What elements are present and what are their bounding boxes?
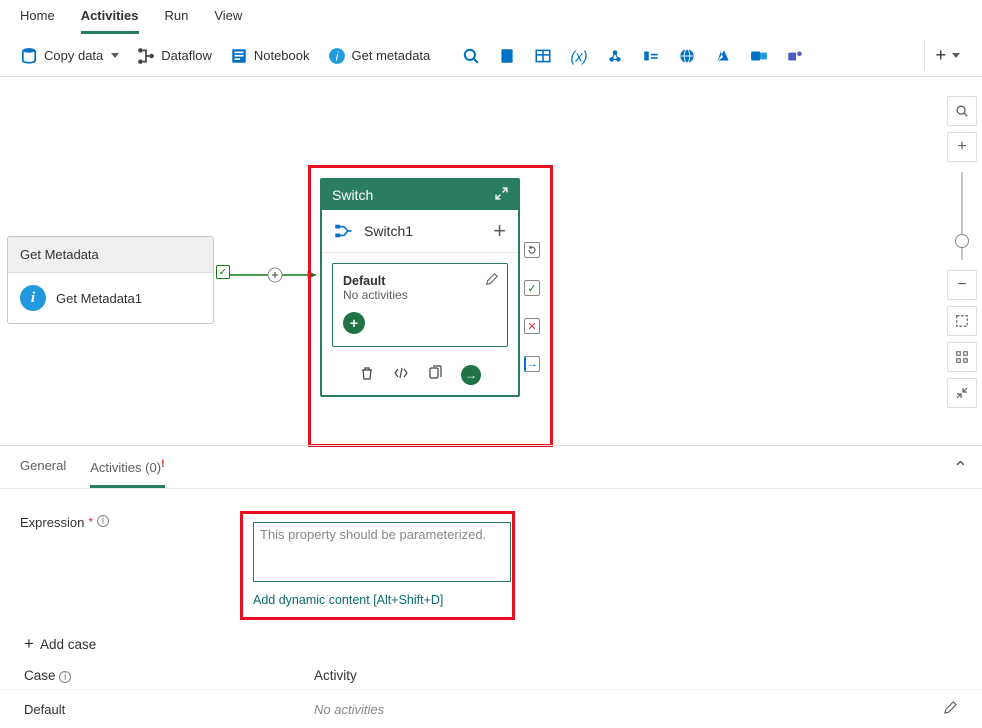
tb-notebook-label: Notebook bbox=[254, 48, 310, 63]
webhook-icon bbox=[606, 47, 624, 65]
script-icon bbox=[498, 47, 516, 65]
pencil-icon[interactable] bbox=[485, 272, 499, 289]
tab-general[interactable]: General bbox=[20, 458, 66, 488]
expression-label: Expression * i bbox=[20, 511, 240, 620]
case-row-activities: No activities bbox=[314, 702, 943, 717]
collapse-button[interactable] bbox=[947, 378, 977, 408]
add-dynamic-content-link[interactable]: Add dynamic content [Alt+Shift+D] bbox=[253, 593, 443, 607]
menu-bar: Home Activities Run View bbox=[0, 0, 982, 35]
case-row-name: Default bbox=[24, 702, 314, 717]
tb-get-metadata-label: Get metadata bbox=[352, 48, 431, 63]
fit-screen-button[interactable] bbox=[947, 306, 977, 336]
fail-anchor[interactable]: ✕ bbox=[524, 318, 540, 334]
tb-azure[interactable] bbox=[706, 43, 740, 69]
expression-highlight-frame: Add dynamic content [Alt+Shift+D] bbox=[240, 511, 515, 620]
tb-copy-data-label: Copy data bbox=[44, 48, 103, 63]
search-canvas-button[interactable] bbox=[947, 96, 977, 126]
skip-anchor[interactable]: → bbox=[524, 356, 540, 372]
info-icon: i bbox=[20, 285, 46, 311]
tb-key[interactable] bbox=[634, 43, 668, 69]
help-icon[interactable]: i bbox=[59, 671, 71, 683]
menu-home[interactable]: Home bbox=[20, 8, 55, 34]
svg-text:(x): (x) bbox=[571, 49, 588, 64]
details-panel: ⌃ General Activities (0)! Expression * i… bbox=[0, 445, 982, 728]
tb-search[interactable] bbox=[454, 43, 488, 69]
expression-input[interactable] bbox=[253, 522, 511, 582]
tb-dataflow-label: Dataflow bbox=[161, 48, 212, 63]
teams-icon bbox=[786, 47, 804, 65]
add-case-button[interactable]: + Add case bbox=[0, 626, 982, 662]
zoom-out-button[interactable]: − bbox=[947, 270, 977, 300]
pencil-icon[interactable] bbox=[943, 700, 958, 718]
switch-output-anchors: ✓ ✕ → bbox=[524, 242, 540, 372]
code-icon[interactable] bbox=[393, 365, 409, 385]
variable-icon: (x) bbox=[570, 47, 588, 65]
globe-icon bbox=[678, 47, 696, 65]
table-icon bbox=[534, 47, 552, 65]
details-tabs: General Activities (0)! bbox=[0, 446, 982, 489]
tb-teams[interactable] bbox=[778, 43, 812, 69]
node-get-metadata[interactable]: Get Metadata i Get Metadata1 bbox=[7, 236, 214, 324]
tb-webhook[interactable] bbox=[598, 43, 632, 69]
search-icon bbox=[462, 47, 480, 65]
copy-icon[interactable] bbox=[427, 365, 443, 385]
database-icon bbox=[20, 47, 38, 65]
menu-run[interactable]: Run bbox=[165, 8, 189, 34]
delete-icon[interactable] bbox=[359, 365, 375, 385]
tb-script[interactable] bbox=[490, 43, 524, 69]
tb-get-metadata[interactable]: i Get metadata bbox=[320, 43, 439, 69]
menu-view[interactable]: View bbox=[214, 8, 242, 34]
node-get-metadata-name: Get Metadata1 bbox=[56, 291, 142, 306]
run-icon[interactable]: → bbox=[461, 365, 481, 385]
zoom-handle[interactable] bbox=[955, 234, 969, 248]
switch-activity-icon bbox=[334, 221, 354, 241]
activities-toolbar: Copy data Dataflow Notebook i Get metada… bbox=[0, 35, 982, 77]
tb-variable[interactable]: (x) bbox=[562, 43, 596, 69]
case-default[interactable]: Default No activities + bbox=[332, 263, 508, 347]
help-icon[interactable]: i bbox=[97, 515, 109, 527]
tb-add-activity[interactable]: + bbox=[924, 41, 970, 70]
key-icon bbox=[642, 47, 660, 65]
tb-dataflow[interactable]: Dataflow bbox=[129, 43, 220, 69]
pipeline-canvas[interactable]: Get Metadata i Get Metadata1 ✓ Switch Sw… bbox=[0, 77, 982, 445]
zoom-rail: + − bbox=[946, 96, 978, 408]
node-get-metadata-title: Get Metadata bbox=[8, 237, 213, 273]
node-switch-title: Switch bbox=[332, 187, 373, 203]
add-activity-icon[interactable]: + bbox=[343, 312, 365, 334]
tb-notebook[interactable]: Notebook bbox=[222, 43, 318, 69]
case-default-title: Default bbox=[343, 274, 497, 288]
layout-button[interactable] bbox=[947, 342, 977, 372]
info-icon: i bbox=[328, 47, 346, 65]
tab-activities[interactable]: Activities (0)! bbox=[90, 458, 164, 488]
collapse-panel-icon[interactable]: ⌃ bbox=[953, 458, 968, 479]
tb-copy-data[interactable]: Copy data bbox=[12, 43, 127, 69]
col-activity-label: Activity bbox=[314, 668, 357, 683]
required-star: * bbox=[88, 515, 93, 529]
tb-table[interactable] bbox=[526, 43, 560, 69]
tb-web[interactable] bbox=[670, 43, 704, 69]
node-switch[interactable]: Switch Switch1 + Default No activities +… bbox=[320, 178, 520, 397]
case-default-sub: No activities bbox=[343, 288, 497, 302]
outlook-icon bbox=[750, 47, 768, 65]
zoom-in-button[interactable]: + bbox=[947, 132, 977, 162]
success-anchor[interactable]: ✓ bbox=[524, 280, 540, 296]
tb-outlook[interactable] bbox=[742, 43, 776, 69]
expand-icon[interactable] bbox=[495, 187, 508, 203]
azure-icon bbox=[714, 47, 732, 65]
menu-activities[interactable]: Activities bbox=[81, 8, 139, 34]
plus-icon: + bbox=[935, 45, 946, 66]
branch-icon bbox=[137, 47, 155, 65]
zoom-slider[interactable] bbox=[961, 172, 963, 260]
case-row-default[interactable]: Default No activities bbox=[0, 689, 982, 728]
retry-anchor[interactable] bbox=[524, 242, 540, 258]
add-case-icon[interactable]: + bbox=[493, 220, 506, 242]
node-switch-name: Switch1 bbox=[364, 223, 483, 239]
success-output-anchor[interactable]: ✓ bbox=[216, 265, 230, 279]
case-table-header: Case i Activity bbox=[0, 662, 982, 689]
notebook-icon bbox=[230, 47, 248, 65]
col-case-label: Case bbox=[24, 668, 56, 683]
plus-icon: + bbox=[24, 634, 34, 654]
